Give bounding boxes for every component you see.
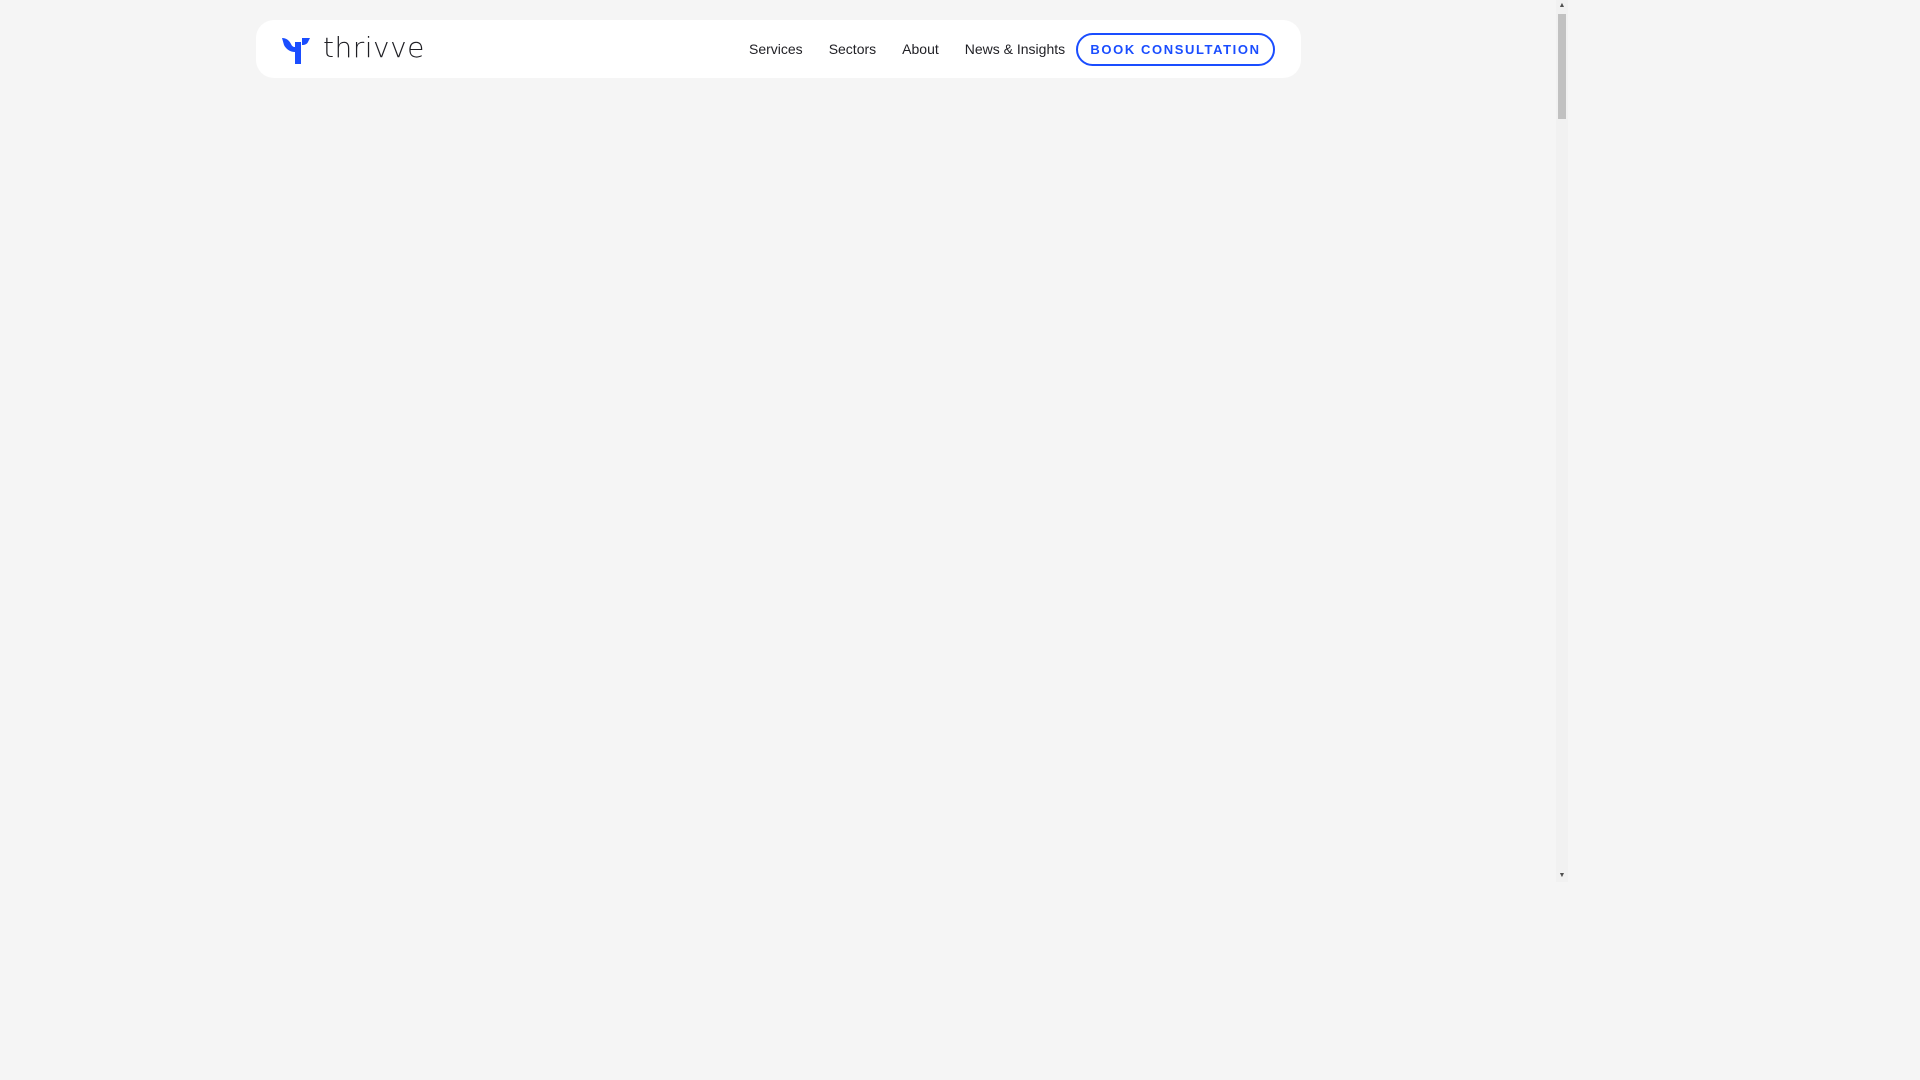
site-header: thrivve Services Sectors About News & In… — [256, 20, 1301, 78]
main-nav: Services Sectors About News & Insights — [749, 20, 1065, 78]
arrow-up-icon[interactable]: ▲ — [1556, 0, 1568, 12]
nav-link-services[interactable]: Services — [749, 41, 803, 57]
arrow-down-icon[interactable]: ▼ — [1556, 870, 1568, 882]
nav-link-about[interactable]: About — [902, 41, 939, 57]
nav-link-sectors[interactable]: Sectors — [829, 41, 876, 57]
page-viewport: thrivve Services Sectors About News & In… — [0, 0, 1556, 882]
logo-link[interactable]: thrivve — [281, 31, 425, 64]
nav-link-news-insights[interactable]: News & Insights — [965, 41, 1065, 57]
scrollbar-thumb[interactable] — [1558, 14, 1566, 119]
book-consultation-button[interactable]: BOOK CONSULTATION — [1076, 33, 1275, 66]
logo-wordmark: thrivve — [323, 31, 425, 64]
vertical-scrollbar[interactable]: ▲ ▼ — [1556, 0, 1568, 882]
thrivve-logo-icon — [282, 38, 310, 64]
